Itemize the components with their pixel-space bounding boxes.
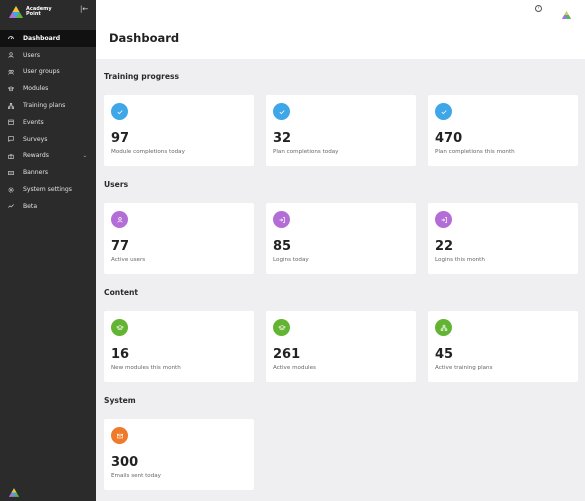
- section-title-content: Content: [104, 288, 139, 297]
- sidebar-item-modules[interactable]: Modules: [0, 80, 96, 97]
- stat-value: 77: [111, 239, 130, 254]
- user-icon: [8, 52, 14, 59]
- banners-icon: [8, 170, 14, 176]
- stat-label: Logins this month: [435, 257, 485, 263]
- user-groups-icon: [8, 69, 14, 75]
- sidebar-item-rewards[interactable]: Rewards ⌄: [0, 148, 96, 165]
- sidebar-item-label: System settings: [23, 186, 72, 194]
- sidebar: Academy Point |← Dashboard Users User gr…: [0, 0, 96, 501]
- sidebar-item-surveys[interactable]: Surveys: [0, 131, 96, 148]
- section-title-training: Training progress: [104, 72, 180, 81]
- graduation-cap-icon: [273, 319, 290, 336]
- calendar-icon: [8, 119, 14, 126]
- stat-label: Active training plans: [435, 365, 493, 371]
- sidebar-item-training-plans[interactable]: Training plans: [0, 97, 96, 114]
- login-icon: [273, 211, 290, 228]
- stat-card-active-training-plans[interactable]: 45 Active training plans: [428, 311, 578, 382]
- stat-card-plan-completions-month[interactable]: 470 Plan completions this month: [428, 95, 578, 166]
- sidebar-item-system-settings[interactable]: System settings: [0, 181, 96, 198]
- stat-card-logins-today[interactable]: 85 Logins today: [266, 203, 416, 274]
- stat-label: Plan completions this month: [435, 149, 515, 155]
- stat-label: Logins today: [273, 257, 309, 263]
- stat-card-emails-sent[interactable]: 300 Emails sent today: [104, 419, 254, 490]
- stat-value: 32: [273, 131, 292, 146]
- checkmark-icon: [111, 103, 128, 120]
- sidebar-item-label: Events: [23, 118, 44, 126]
- stat-label: Module completions today: [111, 149, 185, 155]
- stat-value: 22: [435, 239, 454, 254]
- stat-value: 85: [273, 239, 292, 254]
- stat-card-logins-month[interactable]: 22 Logins this month: [428, 203, 578, 274]
- footer-logo-icon: [9, 482, 19, 501]
- sidebar-item-label: Training plans: [23, 102, 66, 110]
- stat-card-module-completions[interactable]: 97 Module completions today: [104, 95, 254, 166]
- sidebar-item-label: Surveys: [23, 135, 48, 143]
- sidebar-item-label: User groups: [23, 68, 60, 76]
- logo-icon: [9, 6, 23, 18]
- stat-card-plan-completions-today[interactable]: 32 Plan completions today: [266, 95, 416, 166]
- stat-label: New modules this month: [111, 365, 181, 371]
- stat-card-active-modules[interactable]: 261 Active modules: [266, 311, 416, 382]
- account-logo-icon: [562, 11, 571, 19]
- stat-card-new-modules[interactable]: 16 New modules this month: [104, 311, 254, 382]
- sidebar-item-beta[interactable]: Beta: [0, 198, 96, 215]
- rewards-icon: [8, 153, 14, 159]
- stat-value: 261: [273, 347, 301, 362]
- page-title: Dashboard: [109, 31, 180, 45]
- sidebar-item-label: Dashboard: [23, 34, 61, 42]
- stat-label: Active users: [111, 257, 146, 263]
- sidebar-item-events[interactable]: Events: [0, 114, 96, 131]
- beta-icon: [8, 203, 14, 209]
- sidebar-item-user-groups[interactable]: User groups: [0, 64, 96, 81]
- gear-icon: [8, 187, 14, 193]
- envelope-icon: [111, 427, 128, 444]
- training-plans-icon: [8, 102, 14, 109]
- stat-label: Emails sent today: [111, 473, 161, 479]
- modules-icon: [8, 86, 14, 92]
- graduation-cap-icon: [111, 319, 128, 336]
- section-title-users: Users: [104, 180, 129, 189]
- surveys-icon: [8, 136, 14, 143]
- brand-name: Academy Point: [26, 6, 52, 18]
- dashboard-icon: [8, 35, 14, 41]
- stat-value: 45: [435, 347, 454, 362]
- section-title-system: System: [104, 396, 136, 405]
- sidebar-item-users[interactable]: Users: [0, 47, 96, 64]
- sidebar-item-label: Modules: [23, 85, 49, 93]
- brand-name-line2: Point: [26, 11, 41, 17]
- stat-value: 97: [111, 131, 130, 146]
- stat-label: Plan completions today: [273, 149, 339, 155]
- sidebar-item-label: Beta: [23, 202, 38, 210]
- sidebar-item-label: Banners: [23, 169, 49, 177]
- topbar: ? Dashboard: [96, 0, 585, 59]
- avatar[interactable]: [562, 4, 571, 23]
- stat-value: 16: [111, 347, 130, 362]
- stat-value: 470: [435, 131, 463, 146]
- collapse-sidebar-icon[interactable]: |←: [80, 5, 88, 13]
- sidebar-item-dashboard[interactable]: Dashboard: [0, 30, 96, 47]
- sidebar-item-label: Users: [23, 51, 41, 59]
- help-icon[interactable]: ?: [535, 5, 542, 12]
- training-plans-icon: [435, 319, 452, 336]
- stat-card-active-users[interactable]: 77 Active users: [104, 203, 254, 274]
- sidebar-item-banners[interactable]: Banners: [0, 164, 96, 181]
- sidebar-nav: Dashboard Users User groups Modules Trai…: [0, 30, 96, 215]
- stat-label: Active modules: [273, 365, 316, 371]
- login-icon: [435, 211, 452, 228]
- sidebar-item-label: Rewards: [23, 152, 49, 160]
- brand-logo[interactable]: Academy Point: [9, 4, 52, 20]
- checkmark-icon: [273, 103, 290, 120]
- checkmark-icon: [435, 103, 452, 120]
- chevron-down-icon[interactable]: ⌄: [83, 153, 87, 159]
- stat-value: 300: [111, 455, 139, 470]
- user-icon: [111, 211, 128, 228]
